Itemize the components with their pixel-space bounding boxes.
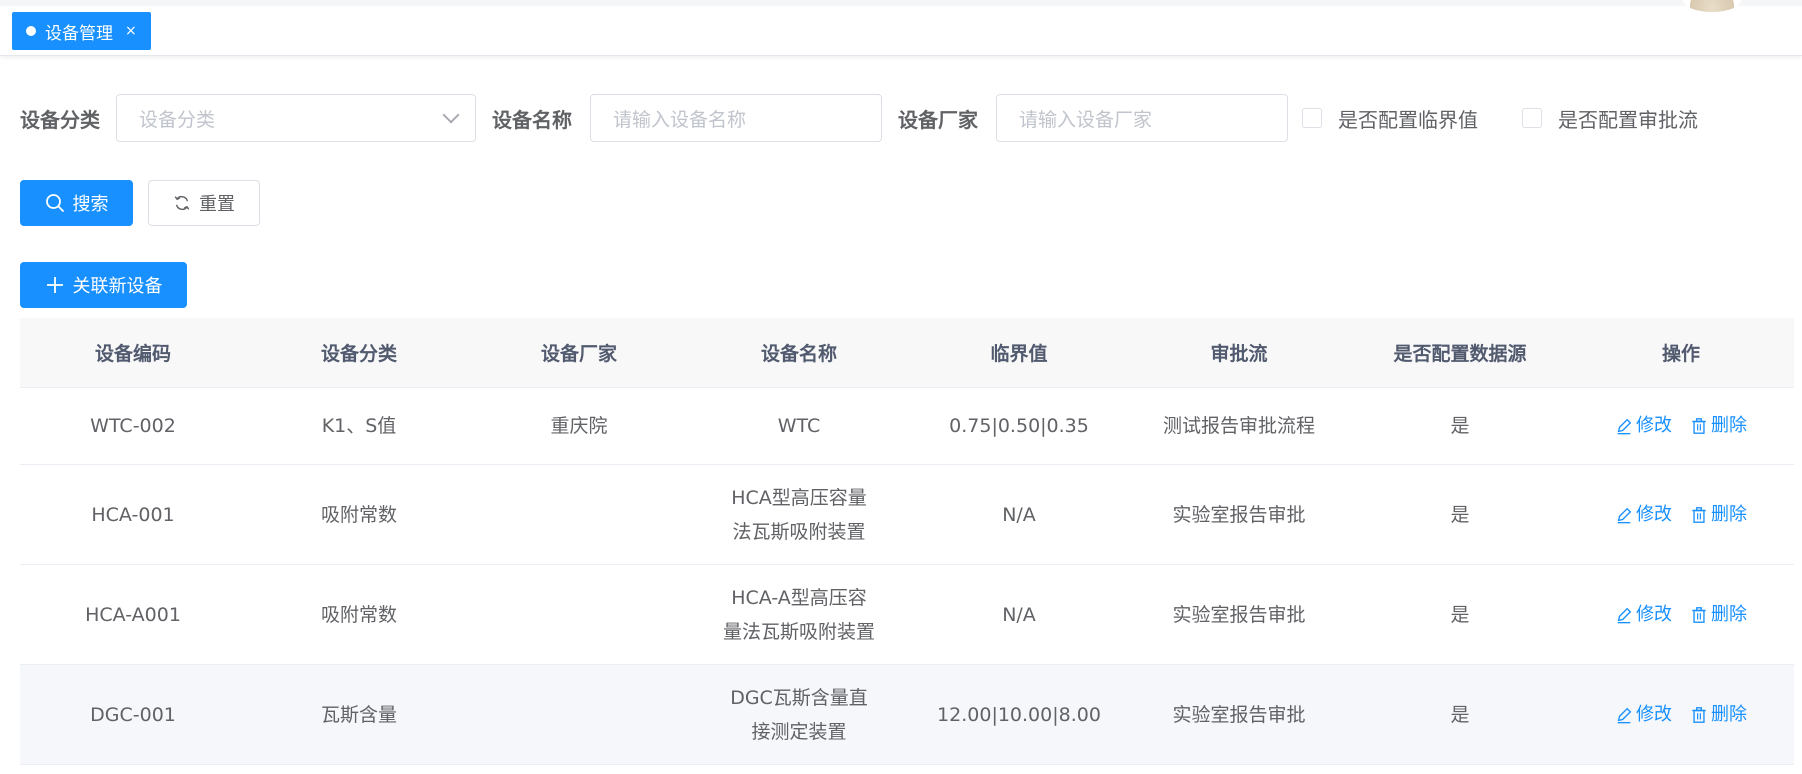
trash-icon	[1692, 706, 1706, 723]
edit-icon	[1617, 607, 1632, 623]
cell-category: 瓦斯含量	[320, 703, 397, 726]
device-name-placeholder: 请输入设备名称	[613, 108, 747, 131]
trash-icon	[1692, 506, 1706, 523]
plus-icon	[46, 277, 63, 293]
cell-code: DGC-001	[90, 703, 176, 726]
cell-datasource: 是	[1450, 603, 1470, 626]
header-datasource[interactable]: 是否配置数据源	[1352, 318, 1568, 387]
reset-button[interactable]: 重置	[148, 180, 260, 226]
edit-icon	[1617, 707, 1632, 723]
header-vendor[interactable]: 设备厂家	[472, 318, 686, 387]
header-actions: 操作	[1661, 343, 1700, 365]
delete-button[interactable]: 删除	[1690, 498, 1747, 532]
header-threshold[interactable]: 临界值	[912, 318, 1126, 387]
edit-button[interactable]: 修改	[1615, 409, 1672, 443]
cell-approval: 实验室报告审批	[1172, 703, 1306, 726]
search-icon	[45, 194, 64, 212]
cell-actions: 修改 删除	[1568, 465, 1794, 564]
category-label: 设备分类	[20, 107, 100, 132]
chevron-down-icon	[442, 106, 460, 124]
vendor-input[interactable]: 请输入设备厂家	[996, 94, 1288, 142]
table-row[interactable]: HCA-A001 吸附常数 HCA-A型高压容量法瓦斯吸附装置 N/A 实验室报…	[20, 565, 1794, 665]
threshold-checkbox[interactable]	[1302, 108, 1322, 128]
cell-vendor	[472, 465, 686, 564]
vendor-label: 设备厂家	[898, 107, 978, 132]
cell-datasource: 是	[1450, 415, 1470, 437]
search-button[interactable]: 搜索	[20, 180, 133, 226]
cell-code: WTC-002	[90, 415, 176, 437]
approval-checkbox-label: 是否配置审批流	[1558, 107, 1698, 132]
edit-icon	[1617, 507, 1632, 523]
edit-button[interactable]: 修改	[1615, 498, 1672, 532]
close-icon[interactable]: ×	[125, 23, 137, 39]
vendor-placeholder: 请输入设备厂家	[1019, 108, 1153, 131]
header-category[interactable]: 设备分类	[246, 318, 472, 387]
table-row[interactable]: HCA-001 吸附常数 HCA型高压容量法瓦斯吸附装置 N/A 实验室报告审批…	[20, 465, 1794, 565]
cell-threshold: N/A	[1002, 503, 1036, 526]
edit-button[interactable]: 修改	[1615, 598, 1672, 632]
cell-vendor	[472, 565, 686, 664]
cell-approval: 测试报告审批流程	[1162, 415, 1315, 437]
cell-code: HCA-A001	[85, 603, 181, 626]
cell-actions: 修改 删除	[1568, 565, 1794, 664]
cell-name: HCA型高压容量法瓦斯吸附装置	[731, 486, 867, 543]
tags-view-bar: 设备管理 ×	[0, 0, 1802, 56]
trash-icon	[1692, 606, 1706, 623]
category-placeholder: 设备分类	[139, 108, 216, 131]
threshold-checkbox-group[interactable]: 是否配置临界值	[1302, 104, 1478, 133]
category-select[interactable]: 设备分类	[116, 94, 476, 142]
cell-name: HCA-A型高压容量法瓦斯吸附装置	[722, 586, 875, 643]
table-header: 设备编码 设备分类 设备厂家 设备名称 临界值 审批流 是否配置数据源 操作	[20, 318, 1794, 388]
name-label: 设备名称	[492, 107, 572, 132]
avatar[interactable]	[1682, 0, 1742, 12]
delete-button[interactable]: 删除	[1690, 409, 1747, 443]
edit-icon	[1617, 418, 1632, 435]
table-row[interactable]: WTC-002 K1、S值 重庆院 WTC 0.75|0.50|0.35 测试报…	[20, 388, 1794, 465]
refresh-icon	[174, 195, 190, 211]
cell-name: WTC	[777, 415, 821, 437]
cell-approval: 实验室报告审批	[1172, 603, 1306, 626]
cell-category: 吸附常数	[320, 603, 397, 626]
delete-button[interactable]: 删除	[1690, 698, 1747, 732]
cell-actions: 修改 删除	[1568, 665, 1794, 764]
cell-threshold: N/A	[1002, 603, 1036, 626]
header-name[interactable]: 设备名称	[686, 318, 912, 387]
tab-device-management[interactable]: 设备管理 ×	[12, 12, 151, 50]
header-approval[interactable]: 审批流	[1126, 318, 1352, 387]
trash-icon	[1692, 418, 1706, 434]
cell-datasource: 是	[1450, 503, 1470, 526]
cell-vendor	[472, 665, 686, 764]
cell-datasource: 是	[1450, 703, 1470, 726]
cell-approval: 实验室报告审批	[1172, 503, 1306, 526]
add-device-button[interactable]: 关联新设备	[20, 262, 187, 308]
device-name-input[interactable]: 请输入设备名称	[590, 94, 882, 142]
cell-category: K1、S值	[321, 415, 397, 437]
cell-actions: 修改 删除	[1568, 388, 1794, 464]
cell-code: HCA-001	[91, 503, 175, 526]
filter-form: 设备分类 设备分类 设备名称 请输入设备名称 设备厂家 请输入设备厂家 是否配置…	[20, 94, 1698, 142]
approval-checkbox-group[interactable]: 是否配置审批流	[1522, 104, 1698, 133]
header-code[interactable]: 设备编码	[20, 318, 246, 387]
cell-name: DGC瓦斯含量直接测定装置	[730, 686, 868, 743]
cell-threshold: 12.00|10.00|8.00	[937, 703, 1101, 726]
delete-button[interactable]: 删除	[1690, 598, 1747, 632]
threshold-checkbox-label: 是否配置临界值	[1338, 107, 1478, 132]
tab-label: 设备管理	[45, 23, 113, 44]
table-row[interactable]: DGC-001 瓦斯含量 DGC瓦斯含量直接测定装置 12.00|10.00|8…	[20, 665, 1794, 765]
cell-vendor: 重庆院	[550, 415, 608, 437]
active-dot-icon	[26, 26, 36, 36]
device-table: 设备编码 设备分类 设备厂家 设备名称 临界值 审批流 是否配置数据源 操作 W…	[20, 318, 1794, 765]
cell-threshold: 0.75|0.50|0.35	[949, 415, 1089, 437]
edit-button[interactable]: 修改	[1615, 698, 1672, 732]
approval-checkbox[interactable]	[1522, 108, 1542, 128]
cell-category: 吸附常数	[320, 503, 397, 526]
